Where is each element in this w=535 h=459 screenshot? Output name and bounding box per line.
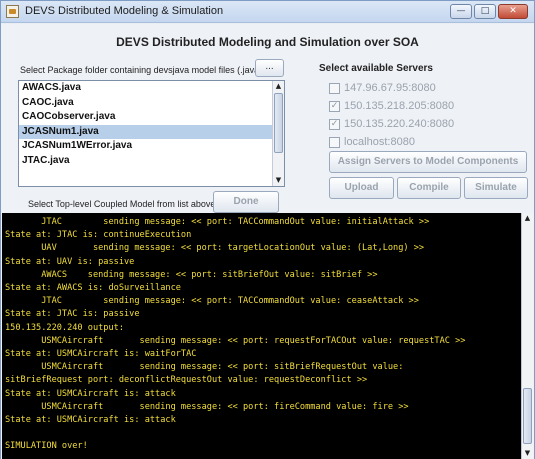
console-line: State at: UAV is: passive	[5, 256, 135, 267]
server-option[interactable]: ✓ 150.135.220.240:8080	[329, 117, 454, 131]
scroll-thumb[interactable]	[274, 93, 283, 153]
window-title: DEVS Distributed Modeling & Simulation	[25, 5, 224, 17]
servers-heading: Select available Servers	[319, 63, 433, 74]
console-line: JTAC sending message: << port: TACComman…	[5, 217, 430, 227]
browse-button[interactable]: ...	[255, 59, 284, 77]
server-address-label: localhost:8080	[344, 136, 415, 148]
server-checkbox[interactable]: ✓	[329, 118, 340, 130]
scroll-down-arrow-icon[interactable]: ▼	[273, 175, 284, 186]
scroll-thumb[interactable]	[523, 388, 532, 444]
list-item[interactable]: CAOCobserver.java	[19, 110, 284, 125]
console-line: State at: USMCAircraft is: attack	[5, 415, 176, 425]
console-line: State at: JTAC is: passive	[5, 309, 140, 320]
list-item[interactable]: CAOC.java	[19, 96, 284, 111]
list-item[interactable]: JTAC.java	[19, 154, 284, 169]
console-line: State at: AWACS is: doSurveillance	[5, 283, 181, 293]
list-item[interactable]: AWACS.java	[19, 81, 284, 96]
done-button[interactable]: Done	[213, 191, 279, 213]
simulation-output-console[interactable]: JTAC sending message: << port: TACComman…	[2, 213, 533, 459]
list-item[interactable]: JCASNum1WError.java	[19, 139, 284, 154]
scroll-up-arrow-icon[interactable]: ▲	[522, 213, 533, 224]
close-button[interactable]: ✕	[498, 4, 528, 19]
console-line: 150.135.220.240 output:	[5, 322, 124, 333]
minimize-button[interactable]: —	[450, 4, 472, 19]
console-line: State at: USMCAircraft is: attack	[5, 388, 176, 399]
server-option[interactable]: ✓ 150.135.218.205:8080	[329, 99, 454, 113]
server-address-label: 147.96.67.95:8080	[344, 82, 436, 94]
console-line: USMCAircraft sending message: << port: r…	[5, 335, 466, 346]
file-list-scrollbar[interactable]: ▲ ▼	[272, 81, 284, 186]
maximize-button[interactable]: □	[474, 4, 496, 19]
title-bar[interactable]: DEVS Distributed Modeling & Simulation —…	[1, 1, 534, 23]
server-option[interactable]: localhost:8080	[329, 135, 415, 149]
model-file-list[interactable]: AWACS.java CAOC.java CAOCobserver.java JCAS…	[18, 80, 285, 187]
server-checkbox[interactable]: ✓	[329, 100, 340, 112]
compile-button[interactable]: Compile	[397, 177, 461, 199]
server-address-label: 150.135.220.240:8080	[344, 118, 455, 130]
server-checkbox[interactable]	[329, 82, 340, 94]
app-window: DEVS Distributed Modeling & Simulation —…	[0, 0, 535, 459]
top-level-model-hint: Select Top-level Coupled Model from list…	[28, 199, 216, 209]
console-line: USMCAircraft sending message: << port: f…	[5, 401, 409, 412]
scroll-up-arrow-icon[interactable]: ▲	[273, 81, 284, 92]
console-line: USMCAircraft sending message: << port: s…	[5, 362, 404, 373]
console-line: AWACS sending message: << port: sitBrief…	[5, 269, 378, 280]
server-address-label: 150.135.218.205:8080	[344, 100, 455, 112]
console-line: sitBriefRequest port: deconflictRequestO…	[5, 375, 368, 386]
console-line: JTAC sending message: << port: TACComman…	[5, 296, 419, 307]
java-app-icon	[6, 5, 19, 18]
console-line: SIMULATION over!	[5, 441, 88, 452]
upload-button[interactable]: Upload	[329, 177, 394, 199]
page-title: DEVS Distributed Modeling and Simulation…	[116, 35, 419, 49]
console-scrollbar[interactable]: ▲ ▼	[521, 213, 533, 459]
server-checkbox[interactable]	[329, 136, 340, 148]
scroll-down-arrow-icon[interactable]: ▼	[522, 448, 533, 459]
console-line: State at: JTAC is: continueExecution	[5, 230, 192, 241]
console-line: UAV sending message: << port: targetLoca…	[5, 243, 425, 254]
list-item[interactable]: JCASNum1.java	[19, 124, 284, 139]
console-line: State at: USMCAircraft is: waitForTAC	[5, 349, 197, 359]
simulate-button[interactable]: Simulate	[464, 177, 528, 199]
server-option[interactable]: 147.96.67.95:8080	[329, 81, 436, 95]
package-folder-label: Select Package folder containing devsjav…	[20, 65, 263, 75]
content-panel: DEVS Distributed Modeling and Simulation…	[1, 24, 534, 459]
assign-servers-button[interactable]: Assign Servers to Model Components	[329, 151, 527, 173]
